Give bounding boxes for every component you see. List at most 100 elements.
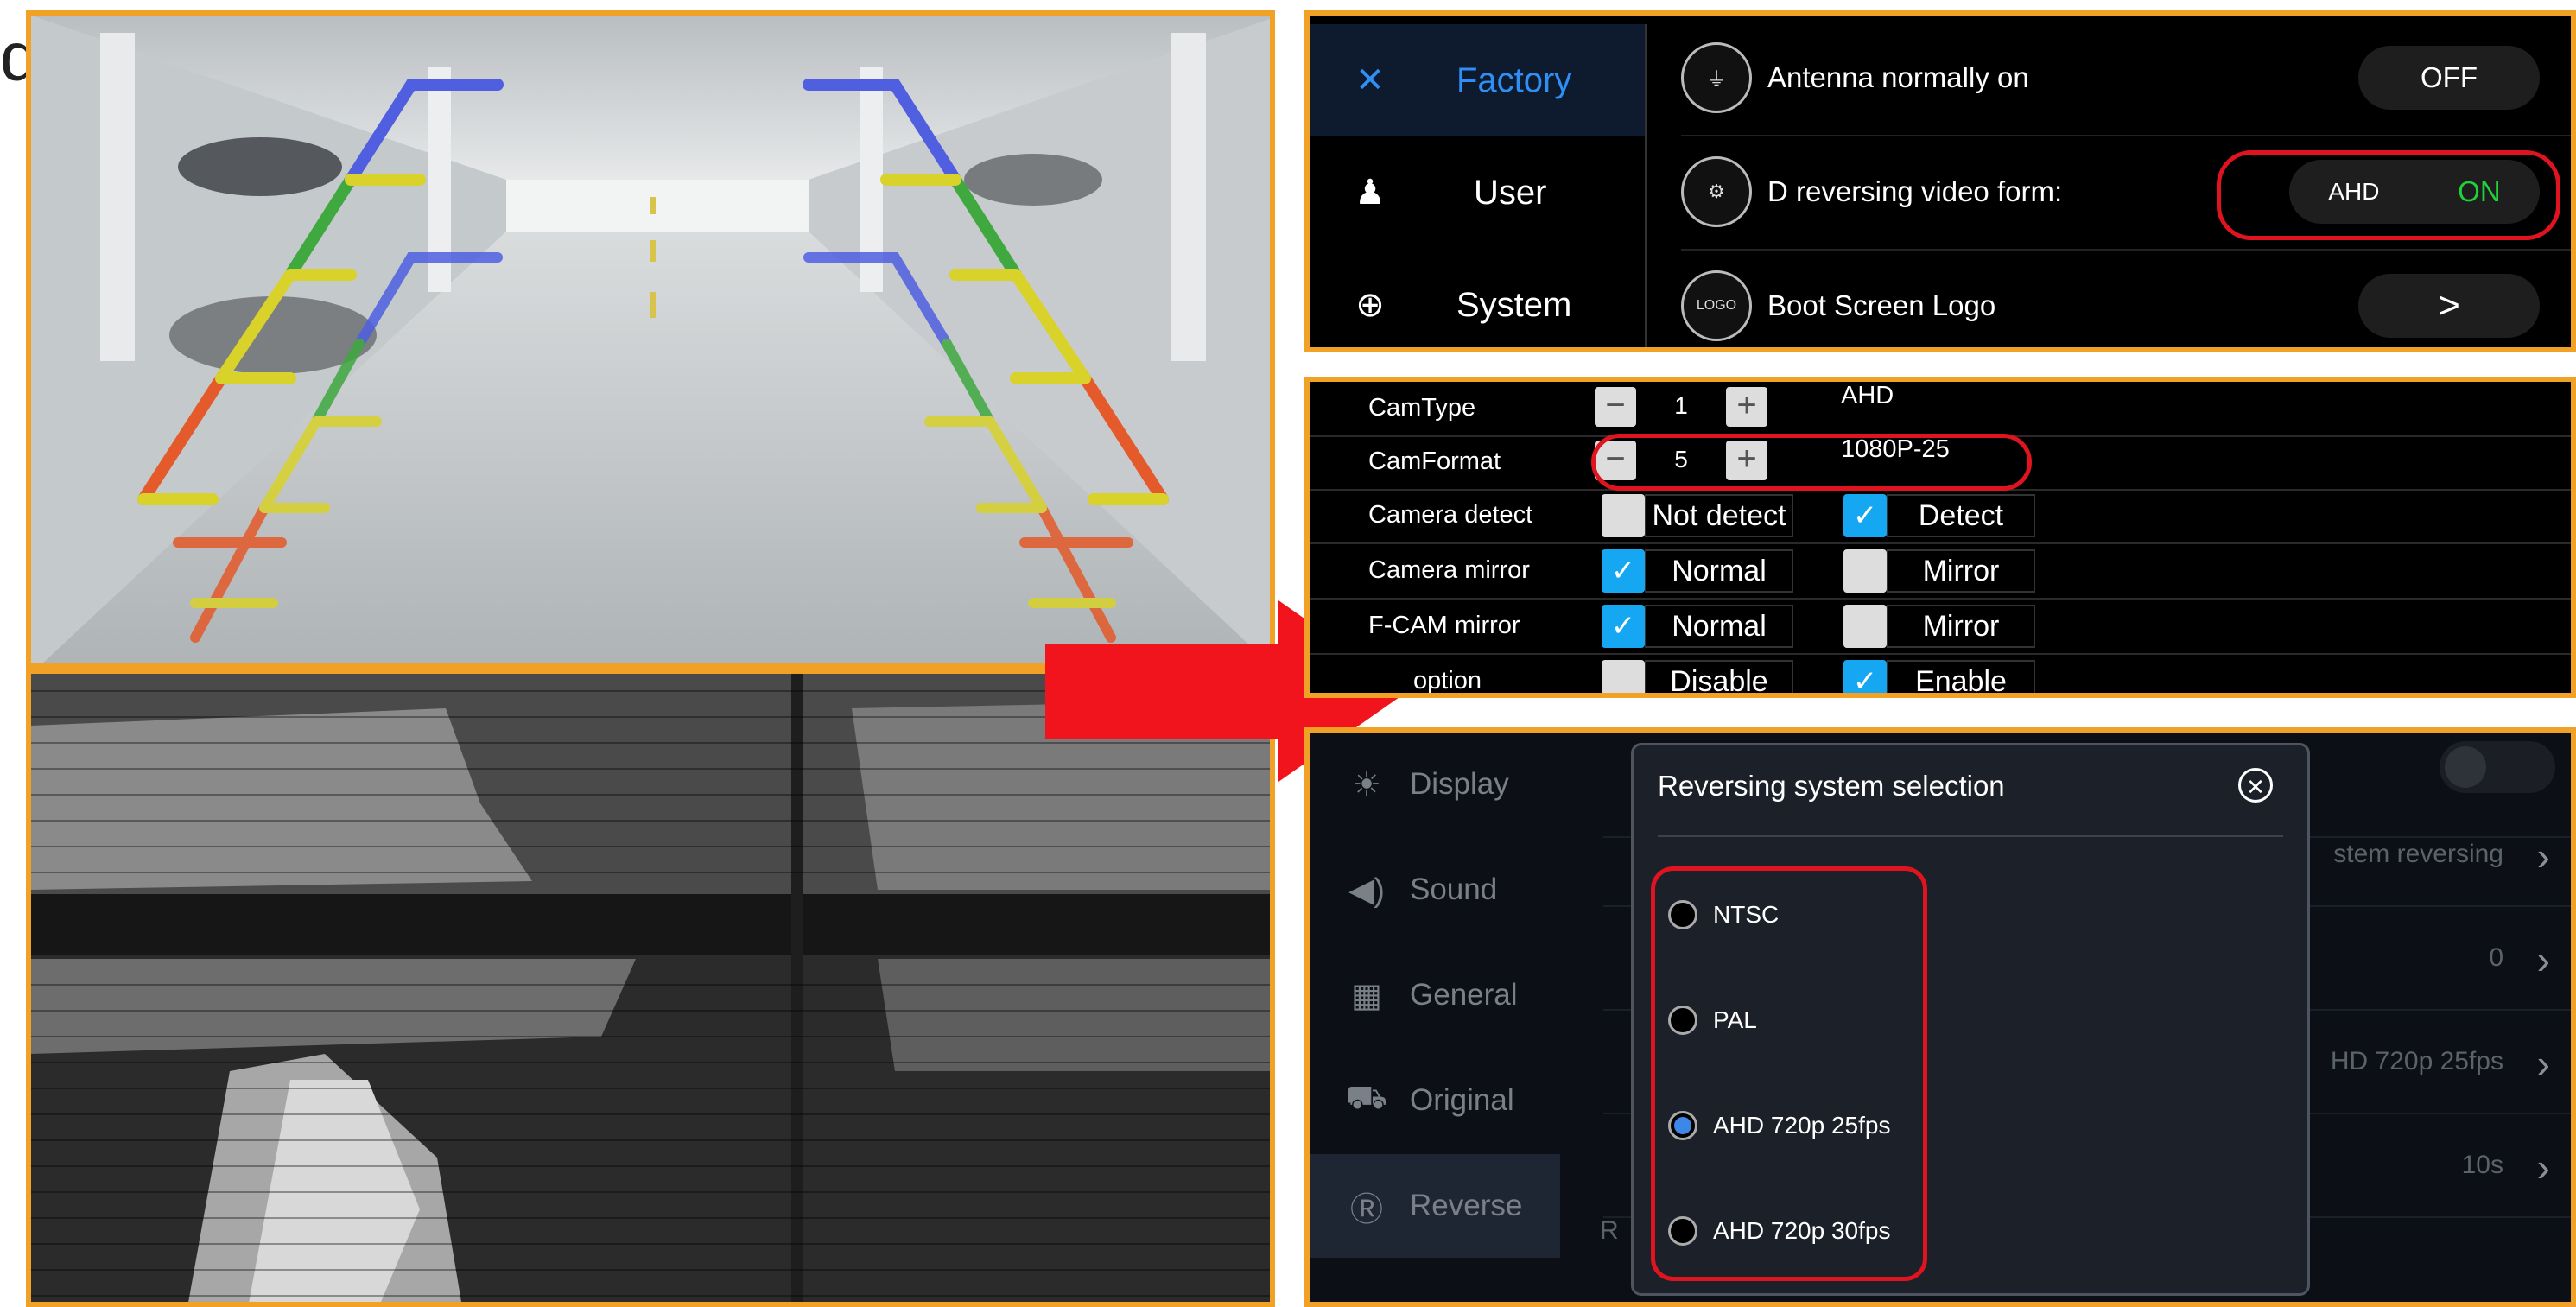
minus-button[interactable]: − <box>1595 387 1636 427</box>
parked-car <box>964 154 1102 206</box>
pillar <box>100 33 135 361</box>
option-label: Enable <box>1887 660 2035 693</box>
gear-icon: ⚙ <box>1681 156 1752 227</box>
highlight-box <box>1651 866 1927 1281</box>
close-icon[interactable]: ✕ <box>2238 768 2273 803</box>
partial-label: R <box>1600 1216 1619 1245</box>
camera-settings-panel: CamType − 1 + AHD CamFormat − 5 + 1080P-… <box>1304 377 2576 698</box>
checkbox[interactable] <box>1843 605 1887 648</box>
row-label: F-CAM mirror <box>1368 612 1520 639</box>
option-mirror[interactable]: Mirror <box>1843 603 2035 650</box>
setting-boot-logo: LOGO Boot Screen Logo > <box>1681 249 2571 347</box>
checkbox[interactable] <box>1843 549 1887 593</box>
factory-settings-panel: ✕ Factory ♟ User ⊕ System ⏚ Antenna norm… <box>1304 10 2576 352</box>
sidebar-item-label: General <box>1410 978 1518 1012</box>
globe-icon: ⊕ <box>1355 286 1385 324</box>
sidebar-item-user[interactable]: ♟ User <box>1310 136 1645 249</box>
highlight-circle <box>1591 434 2032 491</box>
option-label: Mirror <box>1887 605 2035 648</box>
clear-camera-view <box>26 10 1275 669</box>
stepper-value: 1 <box>1674 392 1688 419</box>
r-icon: Ⓡ <box>1349 1191 1383 1228</box>
user-icon: ♟ <box>1355 174 1386 212</box>
sidebar-item-sound[interactable]: ◀) Sound <box>1310 838 1560 942</box>
checkbox-checked[interactable]: ✓ <box>1602 549 1645 593</box>
antenna-icon: ⏚ <box>1681 42 1752 113</box>
factory-sidebar: ✕ Factory ♟ User ⊕ System <box>1310 16 1645 347</box>
antenna-toggle[interactable]: OFF <box>2358 46 2540 110</box>
sidebar-item-label: Factory <box>1456 60 1572 99</box>
option-enable[interactable]: ✓ Enable <box>1843 658 2035 693</box>
highlight-circle <box>2217 150 2560 240</box>
setting-label: D reversing video form: <box>1767 175 2063 207</box>
row-label: option <box>1413 667 1482 695</box>
row-value: 10s <box>2461 1151 2503 1179</box>
sidebar-item-label: Sound <box>1410 872 1498 906</box>
setting-label: Antenna normally on <box>1767 61 2029 93</box>
chevron-right-icon: › <box>2536 937 2550 982</box>
row-option: option Disable ✓ Enable <box>1310 655 2571 695</box>
sidebar-item-general[interactable]: ▦ General <box>1310 943 1560 1047</box>
toggle-value: OFF <box>2421 61 2478 93</box>
sidebar-item-label: Reverse <box>1410 1189 1523 1222</box>
divider <box>1645 24 1647 347</box>
checkbox[interactable] <box>1602 660 1645 693</box>
setting-label: Boot Screen Logo <box>1767 289 1996 321</box>
option-label: Normal <box>1645 549 1793 593</box>
boot-logo-button[interactable]: > <box>2358 274 2540 338</box>
dialog-title: Reversing system selection <box>1658 770 2005 802</box>
divider <box>1658 835 2283 837</box>
option-not-detect[interactable]: Not detect <box>1602 492 1793 539</box>
checkbox-checked[interactable]: ✓ <box>1602 605 1645 648</box>
row-label: Camera detect <box>1368 501 1533 529</box>
sidebar-item-system[interactable]: ⊕ System <box>1310 249 1645 347</box>
pillar <box>1171 33 1206 361</box>
reverse-settings-panel: ☀ Display ◀) Sound ▦ General ⛟ Original … <box>1304 727 2576 1307</box>
row-value: 0 <box>2489 943 2503 972</box>
row-label: CamType <box>1368 394 1476 422</box>
option-label: Mirror <box>1887 549 2035 593</box>
sidebar-item-label: System <box>1456 285 1572 324</box>
row-value: stem reversing <box>2333 840 2503 868</box>
tools-icon: ✕ <box>1355 61 1385 99</box>
setting-antenna: ⏚ Antenna normally on OFF <box>1681 21 2571 136</box>
sun-icon: ☀ <box>1351 766 1382 803</box>
checkbox[interactable] <box>1602 494 1645 537</box>
option-disable[interactable]: Disable <box>1602 658 1793 693</box>
row-value: HD 720p 25fps <box>2330 1047 2503 1075</box>
row-label: Camera mirror <box>1368 556 1530 584</box>
speaker-icon: ◀) <box>1348 872 1385 909</box>
option-detect[interactable]: ✓ Detect <box>1843 492 2035 539</box>
chevron-right-icon: › <box>2536 1041 2550 1086</box>
camtype-text: AHD <box>1841 382 1894 409</box>
row-camera-detect: Camera detect Not detect ✓ Detect <box>1310 489 2571 544</box>
logo-icon: LOGO <box>1681 270 1752 341</box>
parked-car <box>178 137 342 196</box>
option-normal[interactable]: ✓ Normal <box>1602 603 1793 650</box>
reversing-system-dialog: Reversing system selection ✕ NTSC PAL AH… <box>1631 743 2310 1296</box>
chevron-right-icon: › <box>2536 1145 2550 1190</box>
grid-icon: ▦ <box>1351 977 1382 1014</box>
checkbox-checked[interactable]: ✓ <box>1843 494 1887 537</box>
option-label: Normal <box>1645 605 1793 648</box>
option-label: Not detect <box>1645 494 1793 537</box>
toggle-switch[interactable] <box>2440 741 2555 793</box>
option-label: Disable <box>1645 660 1793 693</box>
camtype-stepper: − 1 + <box>1595 387 1767 430</box>
chevron-right-icon: > <box>2438 284 2460 327</box>
chevron-right-icon: › <box>2536 834 2550 879</box>
option-normal[interactable]: ✓ Normal <box>1602 548 1793 594</box>
parking-garage-scene <box>31 16 1270 663</box>
plus-button[interactable]: + <box>1726 387 1767 427</box>
checkbox-checked[interactable]: ✓ <box>1843 660 1887 693</box>
sidebar-item-label: Original <box>1410 1083 1514 1117</box>
sidebar-item-reverse[interactable]: Ⓡ Reverse <box>1310 1154 1560 1258</box>
row-camtype: CamType − 1 + AHD <box>1310 382 2571 437</box>
option-mirror[interactable]: Mirror <box>1843 548 2035 594</box>
row-fcam-mirror: F-CAM mirror ✓ Normal Mirror <box>1310 600 2571 655</box>
row-label: CamFormat <box>1368 447 1501 475</box>
sidebar-item-display[interactable]: ☀ Display <box>1310 733 1560 836</box>
sidebar-item-factory[interactable]: ✕ Factory <box>1310 24 1645 136</box>
sidebar-item-label: Display <box>1410 767 1509 801</box>
sidebar-item-original[interactable]: ⛟ Original <box>1310 1049 1560 1152</box>
